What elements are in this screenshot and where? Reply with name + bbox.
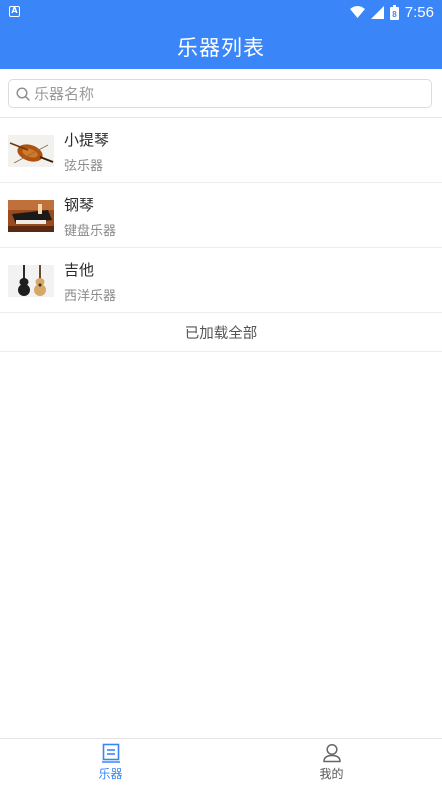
status-time: 7:56 — [404, 3, 434, 21]
instrument-type: 西洋乐器 — [64, 289, 117, 304]
status-bar: A 8 7:56 — [0, 0, 442, 24]
piano-thumbnail — [8, 200, 54, 232]
battery-icon: 8 — [389, 4, 399, 20]
tab-instruments[interactable]: 乐器 — [0, 739, 221, 786]
page-title: 乐器列表 — [177, 35, 265, 60]
list-icon — [101, 743, 120, 763]
instrument-type: 键盘乐器 — [64, 224, 117, 239]
search-area — [0, 69, 442, 118]
violin-thumbnail — [8, 135, 54, 167]
app-screen: A 8 7:56 乐器列表 乐器名称 小提琴 弦乐器 钢琴 键盘乐器 吉他 西洋… — [0, 0, 442, 786]
load-all-indicator: 已加载全部 — [0, 313, 442, 352]
instrument-name: 吉他 — [64, 261, 95, 279]
wifi-icon — [349, 6, 365, 18]
battery-level: 8 — [392, 10, 397, 19]
guitar-thumbnail — [8, 265, 54, 297]
user-icon — [322, 743, 341, 763]
tab-label: 我的 — [319, 767, 344, 781]
instrument-name: 小提琴 — [64, 131, 110, 149]
list-item-guitar[interactable]: 吉他 西洋乐器 — [0, 248, 442, 313]
tab-profile[interactable]: 我的 — [221, 739, 442, 786]
tab-label: 乐器 — [98, 767, 123, 781]
list-item-piano[interactable]: 钢琴 键盘乐器 — [0, 183, 442, 248]
list-item-violin[interactable]: 小提琴 弦乐器 — [0, 118, 442, 183]
search-icon — [16, 86, 30, 101]
page-header: 乐器列表 — [0, 24, 442, 69]
cell-signal-icon — [370, 5, 384, 19]
search-input[interactable] — [30, 81, 414, 106]
search-box[interactable] — [8, 79, 432, 108]
instrument-name: 钢琴 — [64, 196, 95, 214]
app-notification-icon: A — [9, 6, 20, 17]
instrument-type: 弦乐器 — [64, 159, 104, 174]
instrument-list: 小提琴 弦乐器 钢琴 键盘乐器 吉他 西洋乐器 已加载全部 — [0, 118, 442, 352]
bottom-tab-bar: 乐器 我的 — [0, 738, 442, 786]
status-indicators: 8 7:56 — [349, 2, 434, 22]
